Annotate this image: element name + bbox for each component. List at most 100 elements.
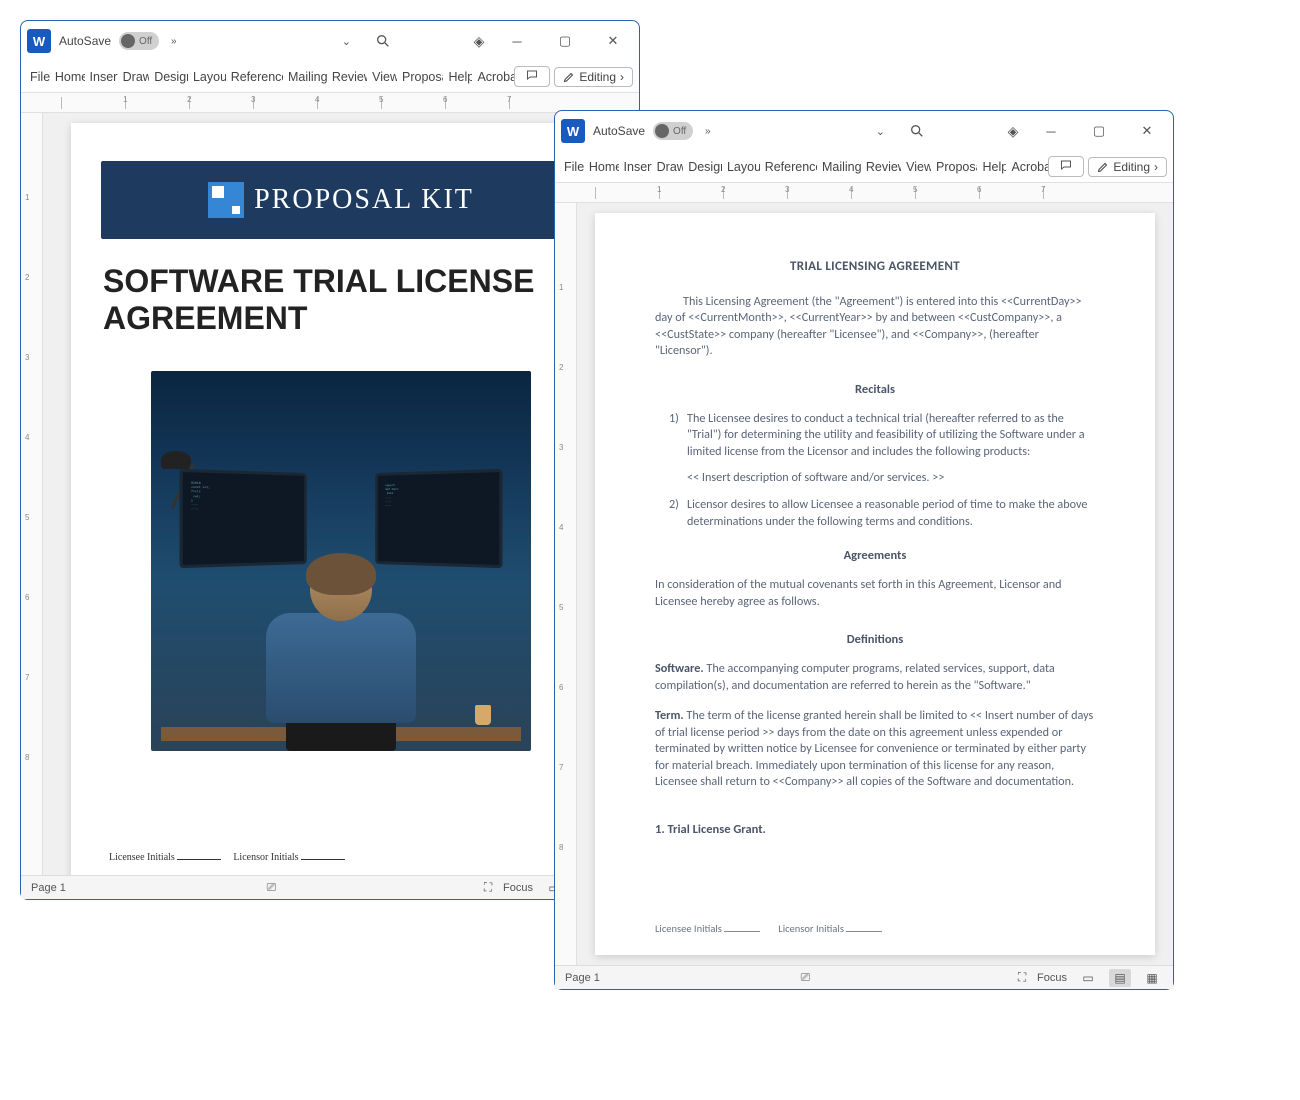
tab-proposal[interactable]: Proposal — [397, 66, 443, 88]
vruler-tick: 5 — [559, 603, 563, 612]
tab-insert[interactable]: Insert — [619, 156, 652, 178]
focus-icon[interactable]: ⛶ — [1011, 969, 1033, 987]
tab-home[interactable]: Home — [584, 156, 619, 178]
vruler-tick: 1 — [559, 283, 563, 292]
read-mode-icon[interactable]: ▭ — [1077, 969, 1099, 987]
accessibility-icon[interactable]: ⎚ — [260, 879, 282, 897]
monitor-left: 01010const x=1;fn(){ ret;}········ — [179, 468, 306, 567]
focus-icon[interactable]: ⛶ — [477, 879, 499, 897]
recital-2: 2) Licensor desires to allow Licensee a … — [655, 497, 1095, 530]
vruler-tick: 6 — [25, 593, 29, 602]
ribbon-collapse-icon[interactable]: ⌄ — [328, 35, 365, 48]
tab-review[interactable]: Review — [327, 66, 367, 88]
editing-label: Editing — [1113, 160, 1150, 174]
cup-graphic — [475, 705, 491, 725]
page-number[interactable]: Page 1 — [565, 972, 600, 984]
accessibility-icon[interactable]: ⎚ — [794, 969, 816, 987]
tab-help[interactable]: Help — [443, 66, 472, 88]
autosave-label: AutoSave — [59, 34, 111, 48]
list-number: 1) — [669, 411, 687, 460]
tab-draw[interactable]: Draw — [652, 156, 684, 178]
tab-design[interactable]: Design — [683, 156, 722, 178]
vruler-tick: 3 — [559, 443, 563, 452]
licensee-initials-label: Licensee Initials — [109, 852, 175, 863]
ruler-tick: 4 — [315, 95, 319, 104]
vertical-ruler[interactable]: 1 2 3 4 5 6 7 8 — [555, 203, 577, 965]
def-term-text: The term of the license granted herein s… — [655, 708, 1093, 789]
tab-help[interactable]: Help — [977, 156, 1006, 178]
tab-proposal[interactable]: Proposal — [931, 156, 977, 178]
chevron-right-icon: › — [620, 70, 624, 84]
tab-references[interactable]: References — [226, 66, 283, 88]
ribbon-tabs: File Home Insert Draw Design Layout Refe… — [555, 151, 1173, 183]
list-number: 2) — [669, 497, 687, 530]
licensor-initials-label: Licensor Initials — [778, 922, 844, 935]
status-bar: Page 1 ⎚ ⛶ Focus ▭ ▤ ▦ — [21, 875, 639, 899]
document-page[interactable]: PROPOSAL KIT SOFTWARE TRIAL LICENSE AGRE… — [71, 123, 611, 875]
horizontal-ruler[interactable]: 1 2 3 4 5 6 7 — [555, 183, 1173, 203]
qat-overflow-icon[interactable]: » — [701, 126, 715, 137]
ribbon-collapse-icon[interactable]: ⌄ — [862, 125, 899, 138]
agreements-heading: Agreements — [655, 548, 1095, 563]
vruler-tick: 8 — [25, 753, 29, 762]
tab-draw[interactable]: Draw — [118, 66, 150, 88]
section-1-heading: 1. Trial License Grant. — [655, 822, 1095, 837]
recital-1-text: The Licensee desires to conduct a techni… — [687, 411, 1095, 460]
tab-acrobat[interactable]: Acrobat — [1006, 156, 1048, 178]
tab-insert[interactable]: Insert — [85, 66, 118, 88]
tab-view[interactable]: View — [901, 156, 931, 178]
initials-row: Licensee Initials Licensor Initials — [655, 902, 1095, 935]
diamond-icon[interactable]: ◈ — [1003, 121, 1023, 141]
tab-layout[interactable]: Layout — [722, 156, 760, 178]
tab-layout[interactable]: Layout — [188, 66, 226, 88]
maximize-button[interactable]: ▢ — [1079, 116, 1119, 146]
minimize-button[interactable]: ─ — [1031, 116, 1071, 146]
autosave-toggle[interactable]: Off — [119, 32, 159, 50]
tab-review[interactable]: Review — [861, 156, 901, 178]
tab-mailings[interactable]: Mailings — [817, 156, 861, 178]
document-page[interactable]: TRIAL LICENSING AGREEMENT This Licensing… — [595, 213, 1155, 955]
editing-mode-button[interactable]: Editing › — [554, 67, 633, 87]
close-button[interactable]: ✕ — [1127, 116, 1167, 146]
search-icon[interactable] — [373, 31, 393, 51]
diamond-icon[interactable]: ◈ — [469, 31, 489, 51]
initials-row: Licensee Initials Licensor Initials — [103, 852, 579, 863]
autosave-toggle[interactable]: Off — [653, 122, 693, 140]
titlebar: W AutoSave Off » ⌄ ◈ ─ ▢ ✕ — [555, 111, 1173, 151]
ruler-tick: 6 — [443, 95, 447, 104]
monitor-right: importdef main pass············ — [375, 468, 502, 567]
minimize-button[interactable]: ─ — [497, 26, 537, 56]
page-number[interactable]: Page 1 — [31, 882, 66, 894]
autosave-label: AutoSave — [593, 124, 645, 138]
tab-home[interactable]: Home — [50, 66, 85, 88]
search-icon[interactable] — [907, 121, 927, 141]
close-button[interactable]: ✕ — [593, 26, 633, 56]
vertical-ruler[interactable]: 1 2 3 4 5 6 7 8 — [21, 113, 43, 875]
horizontal-ruler[interactable]: 1 2 3 4 5 6 7 — [21, 93, 639, 113]
tab-file[interactable]: File — [559, 156, 584, 178]
autosave-state: Off — [139, 36, 152, 47]
tab-design[interactable]: Design — [149, 66, 188, 88]
print-layout-icon[interactable]: ▤ — [1109, 969, 1131, 987]
tab-file[interactable]: File — [25, 66, 50, 88]
ruler-tick: 2 — [187, 95, 191, 104]
tab-references[interactable]: References — [760, 156, 817, 178]
licensee-initials-label: Licensee Initials — [655, 922, 722, 935]
focus-label[interactable]: Focus — [503, 882, 533, 894]
vruler-tick: 8 — [559, 843, 563, 852]
word-app-icon: W — [27, 29, 51, 53]
focus-label[interactable]: Focus — [1037, 972, 1067, 984]
qat-overflow-icon[interactable]: » — [167, 36, 181, 47]
comments-button[interactable] — [1048, 156, 1084, 177]
editing-mode-button[interactable]: Editing › — [1088, 157, 1167, 177]
maximize-button[interactable]: ▢ — [545, 26, 585, 56]
tab-mailings[interactable]: Mailings — [283, 66, 327, 88]
web-layout-icon[interactable]: ▦ — [1141, 969, 1163, 987]
comments-button[interactable] — [514, 66, 550, 87]
def-software-text: The accompanying computer programs, rela… — [655, 661, 1055, 692]
word-app-icon: W — [561, 119, 585, 143]
tab-view[interactable]: View — [367, 66, 397, 88]
tab-acrobat[interactable]: Acrobat — [472, 66, 514, 88]
document-canvas: 1 2 3 4 5 6 7 8 PROPOSAL KIT SOFTWARE TR… — [21, 113, 639, 875]
autosave-state: Off — [673, 126, 686, 137]
